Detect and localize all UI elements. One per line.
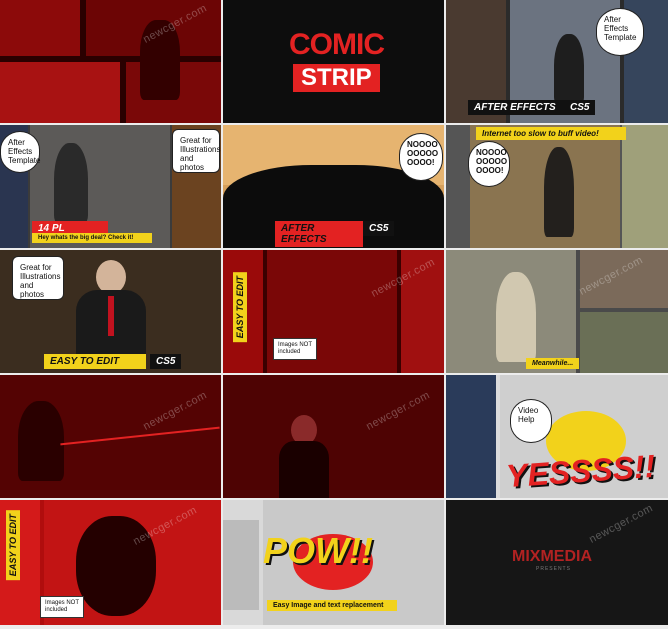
thumbnail-grid: newcger.com COMIC STRIP After Effects Te… <box>0 0 668 629</box>
banner: Easy Image and text replacement <box>267 600 397 611</box>
tile-9[interactable]: Meanwhile... newcger.com <box>446 250 668 373</box>
watermark: newcger.com <box>587 502 656 546</box>
tile-12[interactable]: Video Help YESSSS!! <box>446 375 668 498</box>
tile-15[interactable]: MIXMEDIA PRESENTS newcger.com <box>446 500 668 625</box>
version-tag: CS5 <box>564 100 596 115</box>
speech-bubble: After Effects Template <box>596 8 644 56</box>
version-tag: CS5 <box>150 354 182 369</box>
figure-suit <box>279 441 329 498</box>
speech-bubble-right: Great for Illustrations and photos <box>172 129 220 173</box>
speech-bubble-left: After Effects Template <box>0 131 40 173</box>
brand-title: MIXMEDIA <box>512 548 592 565</box>
figure-silhouette <box>544 147 574 237</box>
tile-6[interactable]: Internet too slow to buff video! NOOOO O… <box>446 125 668 248</box>
vertical-caption: EASY TO EDIT <box>6 510 20 581</box>
speech-bubble: NOOOO OOOOO OOOO! <box>399 133 443 181</box>
title-comic: COMIC <box>289 28 385 61</box>
tile-11[interactable]: newcger.com <box>223 375 444 498</box>
vertical-caption: EASY TO EDIT <box>233 272 247 343</box>
panel-left <box>446 375 496 498</box>
tile-8[interactable]: EASY TO EDIT Images NOT included newcger… <box>223 250 444 373</box>
speech-bubble: NOOOO OOOOO OOOO! <box>468 141 510 187</box>
title-strip: STRIP <box>293 64 380 92</box>
version-tag: CS5 <box>363 221 395 236</box>
tile-4[interactable]: After Effects Template Great for Illustr… <box>0 125 221 248</box>
caption: Internet too slow to buff video! <box>476 127 626 140</box>
tile-5[interactable]: NOOOO OOOOO OOOO! AFTER EFFECTS CS5 <box>223 125 444 248</box>
tile-14[interactable]: POW!! Easy Image and text replacement <box>223 500 444 625</box>
speech-bubble: Video Help <box>510 399 552 443</box>
tile-13[interactable]: EASY TO EDIT Images NOT included newcger… <box>0 500 221 625</box>
figure-silhouette <box>54 143 88 223</box>
figure-silhouette <box>18 401 64 481</box>
tile-3[interactable]: After Effects Template AFTER EFFECTS CS5 <box>446 0 668 123</box>
tile-1[interactable]: newcger.com <box>0 0 221 123</box>
tie <box>108 296 114 336</box>
banner: AFTER EFFECTS <box>275 221 363 247</box>
banner-bottom: Hey whats the big deal? Check it! <box>32 233 152 243</box>
red-panel <box>0 0 80 56</box>
banner: AFTER EFFECTS <box>468 100 568 115</box>
info-box: Images NOT included <box>273 338 317 360</box>
figure-silhouette <box>554 34 584 104</box>
figure-head <box>96 260 126 294</box>
figure-silhouette <box>496 272 536 362</box>
panel-bottom-right <box>580 312 668 373</box>
panel-right <box>622 125 668 248</box>
banner: EASY TO EDIT <box>44 354 146 369</box>
caption: Meanwhile... <box>526 358 580 369</box>
speech-bubble: Great for Illustrations and photos <box>12 256 64 300</box>
brand-subtitle: PRESENTS <box>536 566 571 572</box>
panel-left <box>223 520 259 610</box>
info-box: Images NOT included <box>40 596 84 618</box>
red-panel <box>0 62 120 123</box>
tile-7[interactable]: Great for Illustrations and photos EASY … <box>0 250 221 373</box>
tile-2[interactable]: COMIC STRIP <box>223 0 444 123</box>
tile-10[interactable]: newcger.com <box>0 375 221 498</box>
red-panel <box>223 375 444 498</box>
big-text: POW!! <box>263 530 373 571</box>
